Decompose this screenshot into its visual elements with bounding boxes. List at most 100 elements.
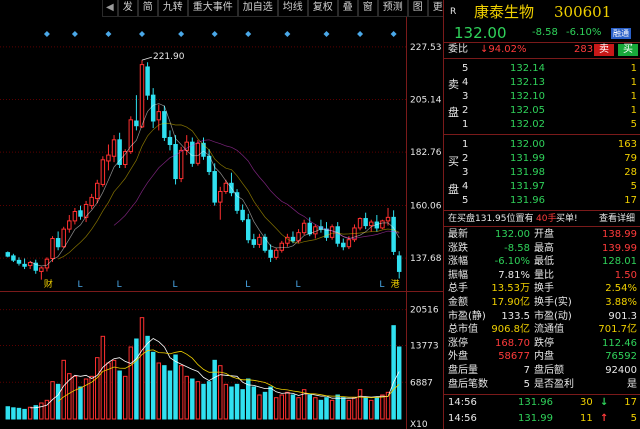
event-marker[interactable]: 港 xyxy=(391,278,400,290)
order-notice[interactable]: 在买盘131.95位置有 40手 买单! 查看详细 xyxy=(444,212,640,226)
candle-body xyxy=(134,120,139,127)
stat-label: 涨跌 xyxy=(448,242,468,254)
region-flag: R xyxy=(450,7,457,17)
volume-bar xyxy=(212,359,217,420)
ask-row[interactable]: 2 132.05 1 xyxy=(444,104,640,118)
toolbar-item-moving-average[interactable]: 均线 xyxy=(277,0,308,17)
candle-body xyxy=(156,111,162,121)
stat-value: 701.7亿 xyxy=(598,324,637,336)
volume-bar xyxy=(285,391,290,420)
stat-label: 流通值 xyxy=(534,324,564,336)
bid-row[interactable]: 4 131.97 5 xyxy=(444,180,640,194)
ask-volume: 5 xyxy=(630,119,637,130)
toolbar-item-jiuzhuan[interactable]: 九转 xyxy=(157,0,188,17)
stat-value: 906.8亿 xyxy=(491,324,530,336)
event-marker[interactable]: L xyxy=(379,280,384,290)
toolbar-item-overlay[interactable]: 叠 xyxy=(337,0,358,17)
toolbar-item-window[interactable]: 窗 xyxy=(357,0,378,17)
volume-bar xyxy=(369,399,374,420)
ask-row[interactable]: 5 132.14 1 xyxy=(444,62,640,76)
bid-volume: 163 xyxy=(617,139,637,150)
stat-value: 7 xyxy=(523,365,530,376)
bid-price: 131.99 xyxy=(510,153,545,164)
price-tick-label: 160.06 xyxy=(410,201,442,211)
toolbar-item-chart[interactable]: 图 xyxy=(407,0,428,17)
stat-value: 112.46 xyxy=(602,337,637,349)
bid-volume: 17 xyxy=(624,195,637,206)
candle-body xyxy=(61,228,66,248)
bid-row[interactable]: 3 131.98 28 xyxy=(444,166,640,180)
ask-row[interactable]: 3 132.10 1 xyxy=(444,90,640,104)
toolbar-item-add-watchlist[interactable]: 加自选 xyxy=(237,0,278,17)
bid-row[interactable]: 5 131.96 17 xyxy=(444,194,640,208)
candle-body xyxy=(78,210,83,217)
volume-bar xyxy=(122,375,128,420)
stat-value: 3.88% xyxy=(605,297,637,308)
candle-body xyxy=(396,255,402,272)
volume-bar xyxy=(106,362,111,420)
toolbar-prev-arrow[interactable]: ◀ xyxy=(102,0,118,17)
candle-body xyxy=(11,255,16,261)
bid-volume: 5 xyxy=(630,181,637,192)
bid-level: 4 xyxy=(462,181,469,192)
stat-label: 换手 xyxy=(534,283,554,295)
candle-body xyxy=(212,171,217,203)
toolbar-item-major-events[interactable]: 重大事件 xyxy=(187,0,238,17)
volume-bar xyxy=(346,399,352,420)
volume-bar xyxy=(279,394,285,420)
volume-bar xyxy=(16,407,22,420)
stat-label: 最新 xyxy=(448,229,468,240)
volume-bar xyxy=(268,386,273,420)
event-marker[interactable]: L xyxy=(117,280,122,290)
stat-row: 振幅 7.81% 量比 1.50 xyxy=(444,269,640,283)
bid-row[interactable]: 1 132.00 163 xyxy=(444,138,640,152)
event-marker[interactable]: 财 xyxy=(44,278,53,290)
bid-row[interactable]: 2 131.99 79 xyxy=(444,152,640,166)
volume-bar xyxy=(352,397,357,420)
stock-header: R 康泰生物 300601 xyxy=(444,3,640,21)
toolbar-item-fa[interactable]: 发 xyxy=(117,0,138,17)
candle-body xyxy=(16,259,22,264)
notice-detail-link[interactable]: 查看详细 xyxy=(599,212,635,226)
buy-button[interactable]: 买 xyxy=(618,44,638,56)
candle-body xyxy=(290,236,296,242)
price-tick-label: 227.53 xyxy=(410,43,442,53)
toolbar-item-jian[interactable]: 简 xyxy=(137,0,158,17)
ask-level: 1 xyxy=(462,119,469,130)
kline-chart[interactable]: 227.53 205.14 182.76 160.06 137.68 20516 13773… xyxy=(0,17,443,429)
candle-body xyxy=(50,238,55,259)
weibi-value: ↓94.02% xyxy=(480,44,527,55)
candle-body xyxy=(150,94,156,122)
candle-body xyxy=(307,222,312,235)
event-marker[interactable]: L xyxy=(77,280,82,290)
event-marker[interactable]: L xyxy=(245,280,250,290)
candle-body xyxy=(55,238,61,248)
margin-tag[interactable]: 融通 xyxy=(611,28,631,39)
price-tick-label: 137.68 xyxy=(410,254,442,264)
toolbar-item-adjust[interactable]: 复权 xyxy=(307,0,338,17)
notice-text: 在买盘131.95位置有 xyxy=(448,214,534,224)
toolbar-item-forecast[interactable]: 预测 xyxy=(377,0,408,17)
candle-body xyxy=(301,222,307,234)
ask-row[interactable]: 1 132.02 5 xyxy=(444,118,640,132)
volume-bar xyxy=(206,381,212,420)
weibi-num: 283 xyxy=(574,44,594,55)
event-marker[interactable]: L xyxy=(296,280,301,290)
event-marker[interactable]: L xyxy=(173,280,178,290)
sell-button[interactable]: 卖 xyxy=(594,44,614,56)
candle-body xyxy=(273,249,279,258)
stat-label: 内盘 xyxy=(534,351,554,363)
volume-bar xyxy=(218,365,223,420)
candle-body xyxy=(218,191,223,203)
stat-label: 市盈(动) xyxy=(534,310,572,322)
price-tick-label: 205.14 xyxy=(410,96,442,106)
stat-value: 2.54% xyxy=(605,283,637,295)
ask-row[interactable]: 4 132.13 1 xyxy=(444,76,640,90)
stat-label: 总手 xyxy=(448,283,468,295)
stat-value: 132.00 xyxy=(495,229,530,240)
stat-label: 最高 xyxy=(534,242,554,254)
candle-body xyxy=(251,239,257,245)
candle-body xyxy=(5,252,11,257)
stat-value: 128.01 xyxy=(602,256,637,268)
stock-code: 300601 xyxy=(554,3,612,21)
